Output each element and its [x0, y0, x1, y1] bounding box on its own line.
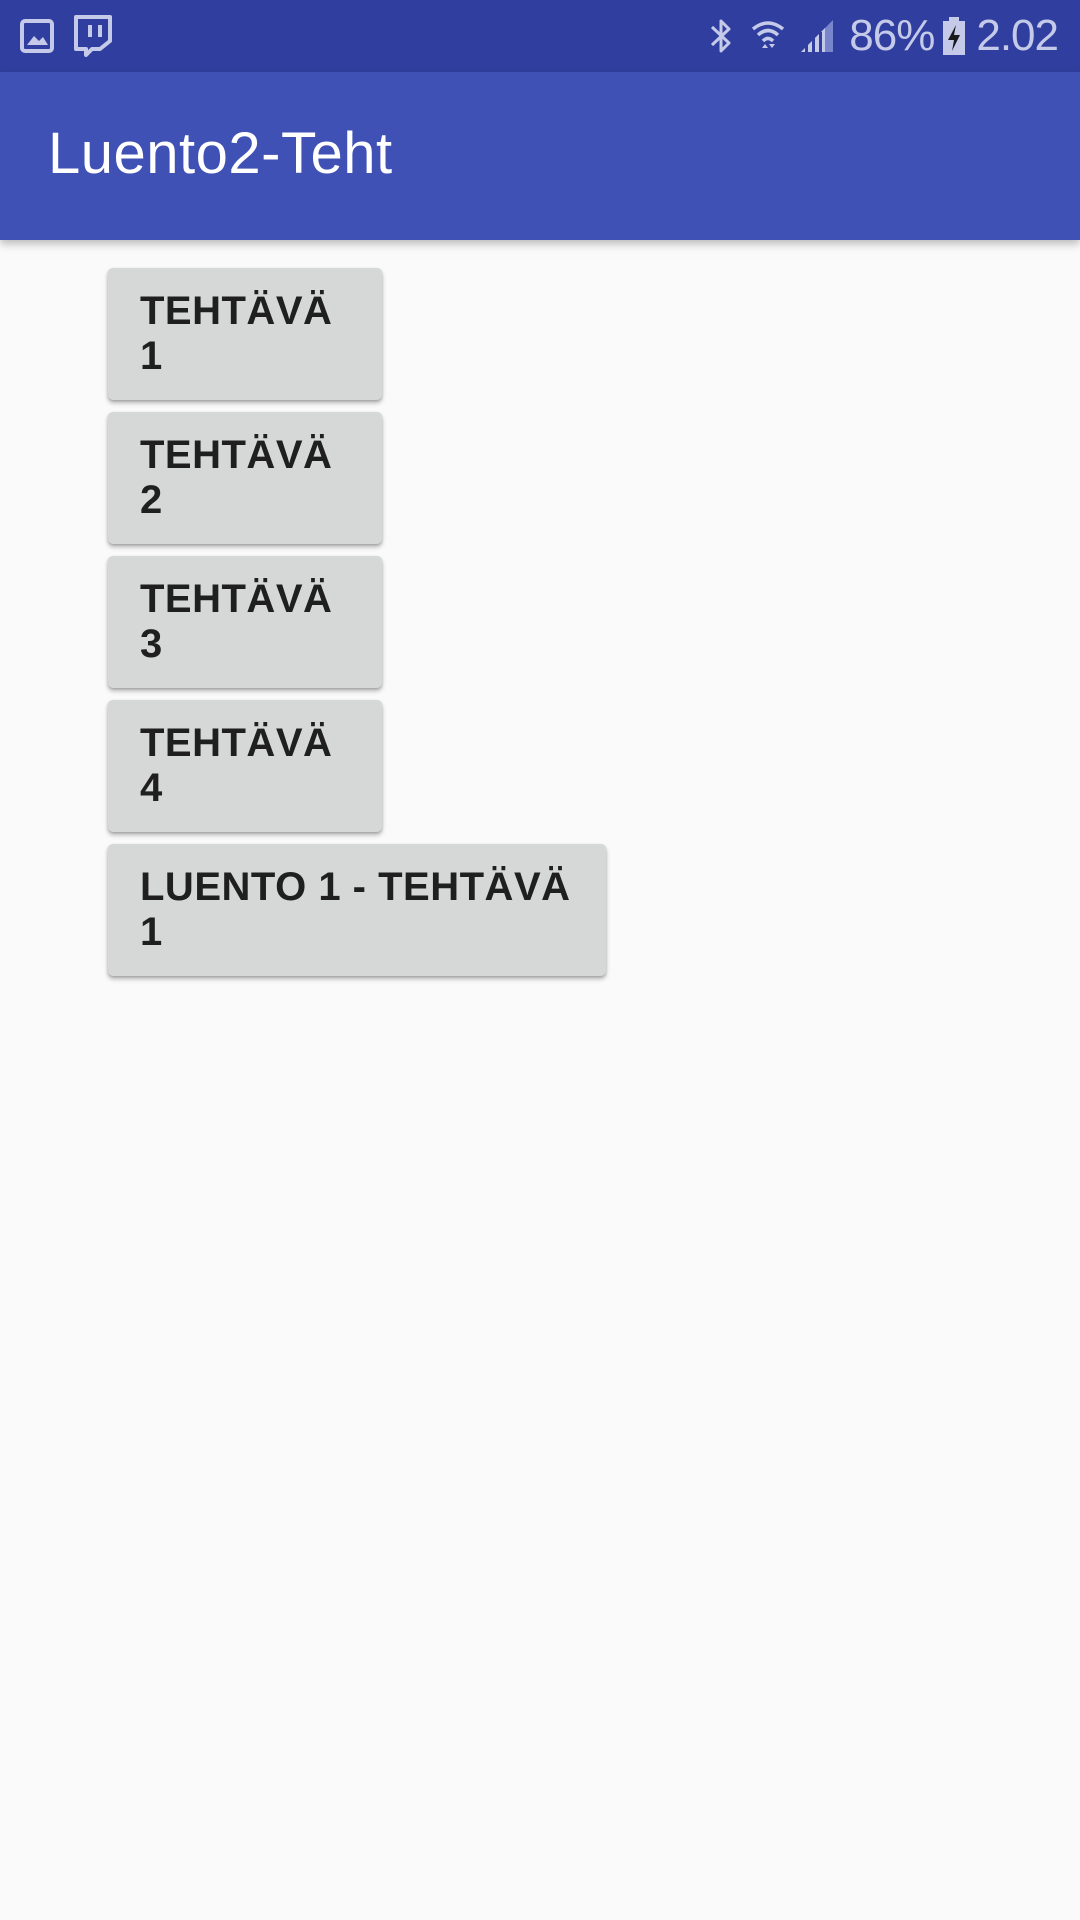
main-content: TEHTÄVÄ 1 TEHTÄVÄ 2 TEHTÄVÄ 3 TEHTÄVÄ 4 …: [0, 240, 1080, 1920]
battery-charging-icon: [942, 16, 966, 56]
tehtava-2-button[interactable]: TEHTÄVÄ 2: [108, 412, 382, 544]
luento-1-tehtava-1-button[interactable]: LUENTO 1 - TEHTÄVÄ 1: [108, 844, 606, 976]
tehtava-3-button[interactable]: TEHTÄVÄ 3: [108, 556, 382, 688]
tehtava-4-button[interactable]: TEHTÄVÄ 4: [108, 700, 382, 832]
wifi-icon: [751, 17, 785, 55]
status-bar: 86% 2.02: [0, 0, 1080, 72]
app-bar: Luento2-Teht: [0, 72, 1080, 240]
gallery-icon: [20, 19, 54, 53]
cell-signal-icon: [799, 18, 835, 54]
twitch-icon: [72, 15, 112, 57]
bluetooth-icon: [709, 17, 733, 55]
system-indicators: 86% 2.02: [709, 0, 1059, 72]
tehtava-1-button[interactable]: TEHTÄVÄ 1: [108, 268, 382, 400]
clock: 2.02: [976, 11, 1059, 60]
app-title: Luento2-Teht: [48, 121, 393, 186]
button-list: TEHTÄVÄ 1 TEHTÄVÄ 2 TEHTÄVÄ 3 TEHTÄVÄ 4 …: [108, 268, 606, 976]
battery-percent: 86%: [849, 11, 935, 60]
notification-icons: [20, 12, 112, 60]
